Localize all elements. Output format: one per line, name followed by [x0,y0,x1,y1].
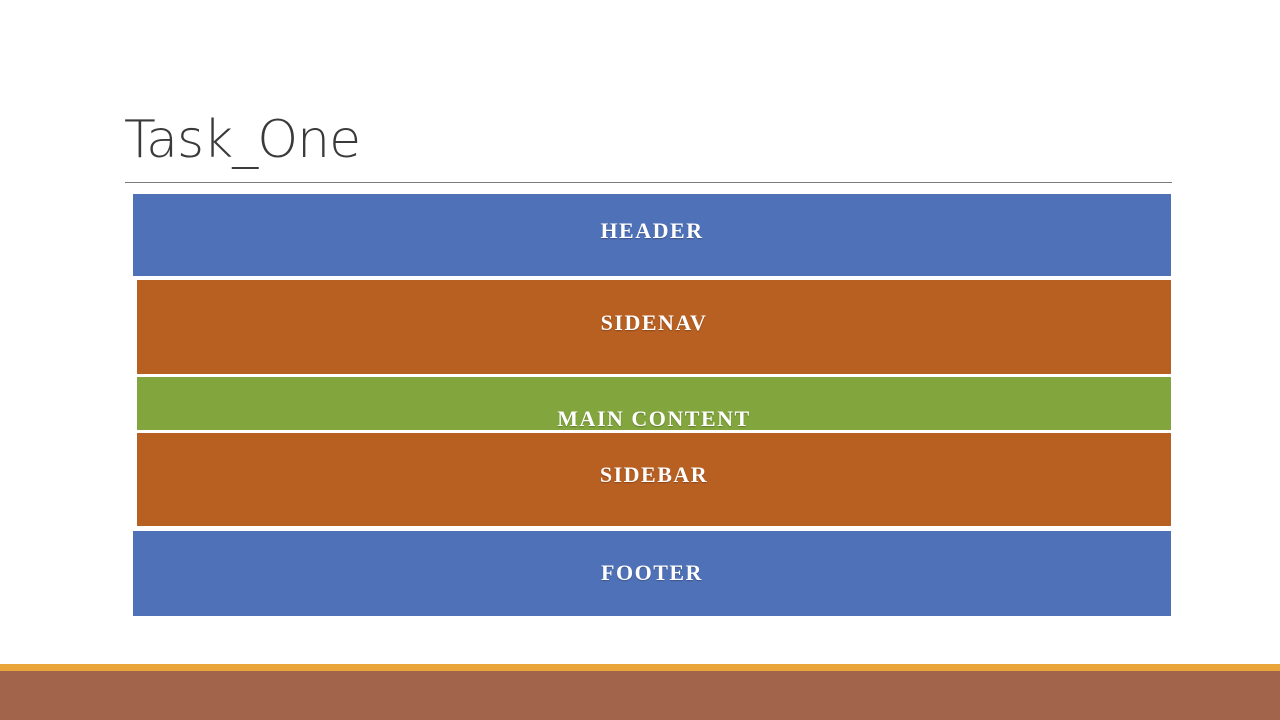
sidenav-label: SIDENAV [600,310,708,335]
bottom-band [0,671,1280,720]
main-content-block: MAIN CONTENT [137,377,1171,430]
header-block: HEADER [133,194,1171,276]
bottom-accent-stripe [0,664,1280,671]
title-divider [125,182,1172,183]
sidebar-label: SIDEBAR [599,462,709,487]
sidebar-block: SIDEBAR [137,433,1171,526]
main-content-label: MAIN CONTENT [557,406,751,430]
footer-label: FOOTER [601,560,703,585]
slide-title: Task_One [124,110,361,170]
header-label: HEADER [600,218,704,243]
footer-block: FOOTER [133,531,1171,616]
sidenav-block: SIDENAV [137,280,1171,374]
